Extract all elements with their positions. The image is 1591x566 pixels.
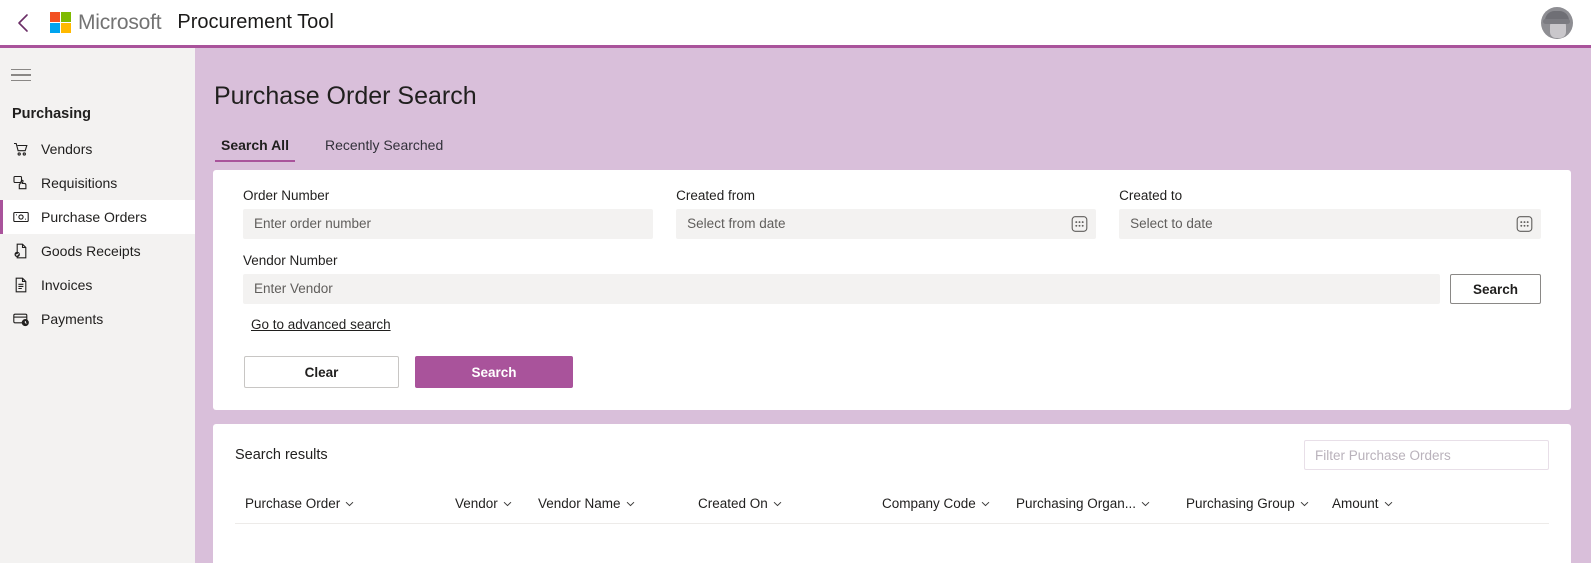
order-number-field-group: Order Number [243, 188, 654, 239]
sidebar-item-label: Requisitions [41, 175, 118, 191]
column-header-label: Created On [698, 496, 768, 511]
column-header-label: Vendor Name [538, 496, 621, 511]
hamburger-menu-icon[interactable] [0, 58, 40, 92]
calendar-icon[interactable] [1070, 215, 1089, 234]
column-header-vendor[interactable]: Vendor [455, 496, 538, 511]
results-header: Search results [213, 424, 1571, 484]
column-header-created-on[interactable]: Created On [698, 496, 882, 511]
column-header-label: Amount [1332, 496, 1379, 511]
created-to-field-group: Created to [1119, 188, 1541, 239]
column-header-label: Purchase Order [245, 496, 341, 511]
calendar-icon[interactable] [1515, 215, 1534, 234]
sidebar-heading: Purchasing [12, 106, 91, 122]
column-header-label: Purchasing Group [1186, 496, 1295, 511]
column-header-label: Company Code [882, 496, 976, 511]
body-wrapper: Purchasing Vendors Requisitions Purchase… [0, 48, 1591, 563]
top-app-bar: Microsoft Procurement Tool [0, 0, 1591, 48]
microsoft-wordmark: Microsoft [78, 10, 162, 34]
column-header-purchasing-group[interactable]: Purchasing Group [1186, 496, 1332, 511]
chevron-down-icon [773, 501, 782, 507]
payment-card-clock-icon [12, 311, 29, 328]
column-header-company-code[interactable]: Company Code [882, 496, 1016, 511]
sidebar-item-invoices[interactable]: Invoices [0, 268, 195, 302]
avatar-hat-brim [1543, 18, 1570, 24]
chevron-left-icon [16, 13, 31, 33]
vendor-search-button[interactable]: Search [1449, 274, 1541, 304]
sidebar-item-label: Payments [41, 311, 104, 327]
page-title: Purchase Order Search [214, 82, 477, 110]
created-from-input[interactable] [676, 209, 1097, 239]
created-from-input-wrap [676, 209, 1097, 239]
microsoft-logo-icon [50, 12, 71, 33]
created-from-field-group: Created from [676, 188, 1097, 239]
sidebar-item-vendors[interactable]: Vendors [0, 132, 195, 166]
sidebar-item-goods-receipts[interactable]: Goods Receipts [0, 234, 195, 268]
order-number-label: Order Number [243, 188, 330, 203]
app-title: Procurement Tool [177, 11, 334, 33]
vendor-number-input[interactable] [243, 274, 1440, 304]
chevron-down-icon [626, 501, 635, 507]
tab-bar: Search All Recently Searched [215, 133, 1571, 162]
avatar[interactable] [1541, 6, 1573, 39]
tab-recently-searched[interactable]: Recently Searched [319, 133, 449, 162]
created-to-label: Created to [1119, 188, 1183, 203]
column-header-amount[interactable]: Amount [1332, 496, 1432, 511]
search-form-card: Order Number Created from [213, 170, 1571, 410]
sidebar-nav: Purchasing Vendors Requisitions Purchase… [0, 48, 195, 563]
sidebar-item-label: Vendors [41, 141, 93, 157]
vendor-number-row: Vendor Number Search [243, 253, 1541, 304]
search-results-card: Search results Purchase Order Vendor [213, 424, 1571, 563]
sidebar-item-label: Purchase Orders [41, 209, 147, 225]
sidebar-item-label: Goods Receipts [41, 243, 141, 259]
form-action-row: Clear Search [244, 356, 1541, 388]
tab-search-all[interactable]: Search All [215, 133, 295, 162]
main-content: Purchase Order Search Search All Recentl… [195, 48, 1591, 563]
document-check-icon [12, 243, 29, 260]
results-table-header: Purchase Order Vendor Vendor Name Create… [235, 484, 1549, 524]
filter-purchase-orders-input[interactable] [1304, 440, 1549, 470]
chevron-down-icon [345, 501, 354, 507]
chevron-down-icon [1300, 501, 1309, 507]
order-number-input[interactable] [243, 209, 654, 239]
created-from-label: Created from [676, 188, 755, 203]
sidebar-item-label: Invoices [41, 277, 93, 293]
column-header-purchasing-organization[interactable]: Purchasing Organ... [1016, 496, 1186, 511]
chevron-down-icon [1141, 501, 1150, 507]
shopping-cart-icon [12, 141, 29, 158]
column-header-purchase-order[interactable]: Purchase Order [245, 496, 455, 511]
requisition-hand-icon [12, 175, 29, 192]
vendor-number-field-group: Vendor Number [243, 253, 1440, 304]
sidebar-item-purchase-orders[interactable]: Purchase Orders [0, 200, 195, 234]
chevron-down-icon [1384, 501, 1393, 507]
sidebar-item-payments[interactable]: Payments [0, 302, 195, 336]
vendor-number-label: Vendor Number [243, 253, 338, 268]
column-header-vendor-name[interactable]: Vendor Name [538, 496, 698, 511]
column-header-label: Purchasing Organ... [1016, 496, 1137, 511]
chevron-down-icon [503, 501, 512, 507]
results-title: Search results [235, 447, 328, 463]
money-bill-icon [12, 209, 29, 226]
advanced-search-link[interactable]: Go to advanced search [251, 317, 391, 332]
invoice-document-icon [12, 277, 29, 294]
search-button[interactable]: Search [415, 356, 573, 388]
created-to-input[interactable] [1119, 209, 1541, 239]
search-field-row-1: Order Number Created from [243, 188, 1541, 239]
created-to-input-wrap [1119, 209, 1541, 239]
sidebar-item-requisitions[interactable]: Requisitions [0, 166, 195, 200]
clear-button[interactable]: Clear [244, 356, 399, 388]
back-button[interactable] [10, 10, 36, 36]
chevron-down-icon [981, 501, 990, 507]
column-header-label: Vendor [455, 496, 498, 511]
